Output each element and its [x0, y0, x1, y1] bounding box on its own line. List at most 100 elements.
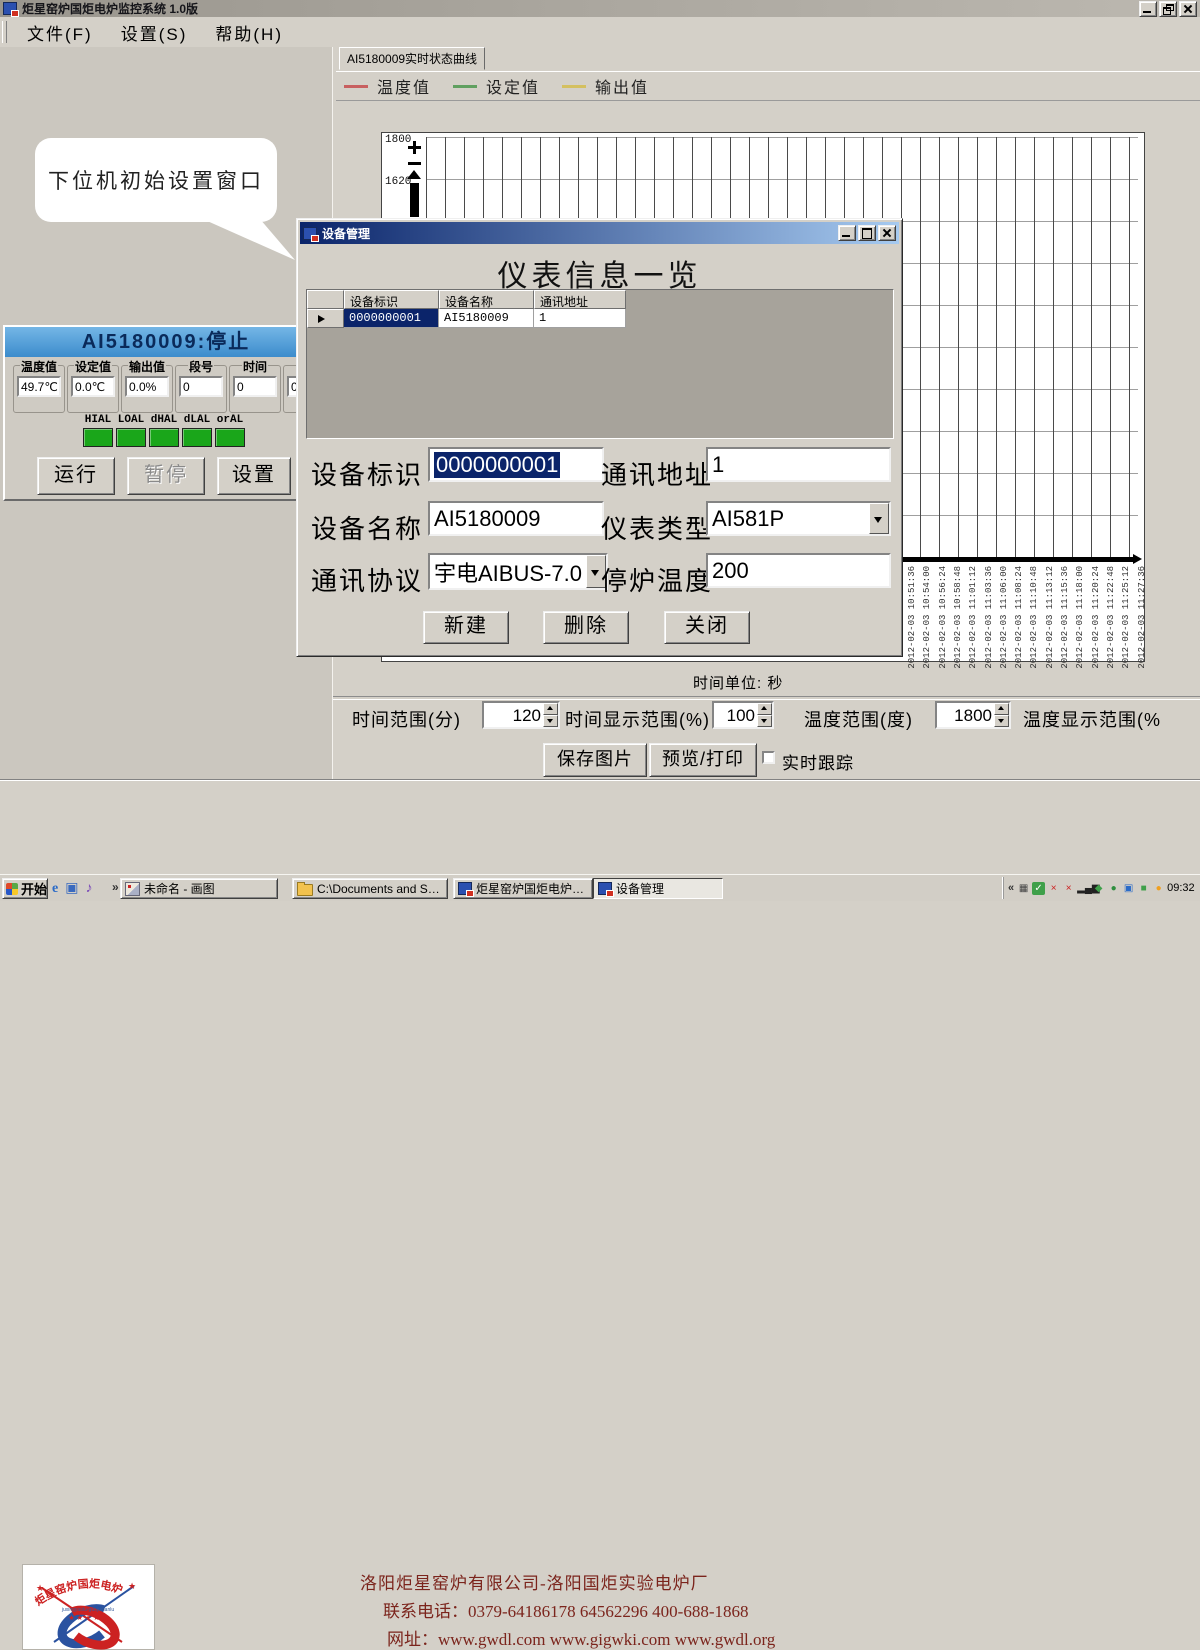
time-range-label: 时间范围(分) — [352, 710, 461, 730]
dialog-minimize-button[interactable] — [838, 225, 856, 241]
time-display-range-value[interactable]: 100 — [714, 703, 757, 727]
alarm-led-icon — [116, 428, 146, 447]
taskbar-task[interactable]: 设备管理 — [593, 878, 723, 899]
temp-range-value[interactable]: 1800 — [937, 703, 994, 727]
save-image-button[interactable]: 保存图片 — [543, 743, 647, 777]
keyboard-icon[interactable]: ▦ — [1017, 882, 1030, 895]
meter-type-select[interactable]: AI581P — [706, 501, 891, 536]
taskbar: 开始 e ▣ ♪ » « ▦ ✓ × × ▂▄▆ ◆ ● ▣ ■ ● 09:32 未命名 - 画图 C:… — [0, 874, 1200, 901]
sync-tray-icon[interactable]: ▣ — [1122, 882, 1135, 895]
grid-header-cell[interactable]: 设备名称 — [439, 290, 534, 309]
spin-down-icon[interactable] — [994, 715, 1009, 727]
x-axis-tick-label: 2012-02-03 11:01:12 — [968, 566, 979, 669]
spin-down-icon[interactable] — [757, 715, 772, 727]
realtime-track-label: 实时跟踪 — [782, 754, 854, 773]
taskbar-task[interactable]: 炬星窑炉国炬电炉监... — [453, 878, 593, 899]
settings-button[interactable]: 设置 — [217, 457, 291, 495]
x-axis-tick-label: 2012-02-03 10:51:36 — [907, 566, 917, 669]
x-axis-tick-label: 2012-02-03 11:03:36 — [983, 566, 994, 669]
svg-text:★: ★ — [36, 1583, 44, 1593]
menu-item[interactable]: 设置(S) — [107, 20, 202, 45]
grid-header-cell[interactable]: 通讯地址 — [534, 290, 626, 309]
taskbar-task[interactable]: C:\Documents and Se... — [292, 878, 448, 899]
selected-text: 0000000001 — [434, 451, 561, 478]
maximize-icon — [862, 228, 872, 239]
temp-range-spinner[interactable]: 1800 — [935, 701, 1011, 729]
x-axis-tick-label: 2012-02-03 11:06:00 — [998, 566, 1009, 669]
realtime-track-checkbox[interactable] — [762, 751, 775, 764]
menu-item[interactable]: 文件(F) — [13, 20, 107, 45]
antivirus-icon[interactable]: ✓ — [1032, 881, 1046, 895]
alarm-indicator: dHAL — [149, 414, 179, 447]
restore-button[interactable] — [1159, 0, 1177, 17]
media-player-icon[interactable]: ♪ — [85, 881, 92, 897]
taskbar-clock: 09:32 — [1167, 882, 1195, 894]
annotation-callout: 下位机初始设置窗口 — [35, 138, 277, 222]
graphics-tray-icon[interactable]: ◆ — [1092, 882, 1105, 895]
quick-launch-overflow-chevron[interactable]: » — [112, 880, 119, 894]
signal-bars-icon[interactable]: ▂▄▆ — [1077, 882, 1099, 895]
chevron-down-icon[interactable] — [869, 503, 889, 534]
update-icon[interactable]: ● — [1152, 882, 1165, 895]
minimize-icon — [842, 235, 850, 237]
menu-item[interactable]: 帮助(H) — [201, 20, 297, 45]
tab-realtime-curve[interactable]: AI5180009实时状态曲线 — [339, 47, 485, 70]
close-button[interactable] — [1179, 0, 1197, 17]
grid-cell[interactable]: 0000000001 — [344, 309, 439, 328]
zoom-out-icon[interactable] — [408, 162, 421, 165]
x-axis-tick-label: 2012-02-03 11:08:24 — [1014, 566, 1025, 669]
legend-item: 输出值 — [562, 74, 649, 98]
start-button[interactable]: 开始 — [2, 878, 48, 899]
device-table[interactable]: 设备标识 设备名称 通讯地址 0000000001 AI5180009 1 — [306, 289, 894, 439]
window-title: 炬星窑炉国炬电炉监控系统 1.0版 — [22, 2, 199, 16]
alarm-led-icon — [182, 428, 212, 447]
stop-temp-input[interactable]: 200 — [706, 553, 891, 588]
spin-up-icon[interactable] — [543, 703, 558, 715]
grid-cell[interactable]: AI5180009 — [439, 309, 534, 328]
taskbar-task-label: 未命名 - 画图 — [144, 882, 215, 896]
grid-cell[interactable]: 1 — [534, 309, 626, 328]
grid-header-cell[interactable] — [307, 290, 344, 309]
alarm-indicator: LOAL — [116, 414, 146, 447]
comm-address-input[interactable]: 1 — [706, 447, 891, 482]
audio-muted-icon[interactable]: × — [1062, 882, 1075, 895]
device-name-input[interactable]: AI5180009 — [428, 501, 604, 536]
desktop-icon[interactable]: ▣ — [65, 880, 78, 897]
device-status-title: AI5180009:停止 — [5, 327, 327, 357]
y-axis-tick-label: 1620 — [385, 176, 412, 188]
protocol-select[interactable]: 宇电AIBUS-7.0 — [428, 553, 608, 590]
grid-header-cell[interactable]: 设备标识 — [344, 290, 439, 309]
window-titlebar[interactable]: 炬星窑炉国炬电炉监控系统 1.0版 — [0, 0, 1200, 17]
ie-icon[interactable]: e — [52, 881, 58, 897]
volume-muted-icon[interactable]: × — [1047, 882, 1060, 895]
close-dialog-button[interactable]: 关闭 — [664, 611, 750, 644]
dialog-close-button[interactable] — [878, 225, 896, 241]
hide-icons-chevron[interactable]: « — [1008, 882, 1014, 894]
preview-print-button[interactable]: 预览/打印 — [649, 743, 757, 777]
y-axis-slider[interactable] — [410, 183, 419, 217]
device-id-input[interactable]: 0000000001 — [428, 447, 604, 482]
spin-down-icon[interactable] — [543, 715, 558, 727]
messenger-icon[interactable]: ■ — [1137, 882, 1150, 895]
restore-icon — [1163, 3, 1174, 15]
time-range-spinner[interactable]: 120 — [482, 701, 560, 729]
dialog-maximize-button[interactable] — [858, 225, 876, 241]
spin-up-icon[interactable] — [757, 703, 772, 715]
system-tray: « ▦ ✓ × × ▂▄▆ ◆ ● ▣ ■ ● 09:32 — [1003, 877, 1197, 899]
company-logo: 炬星窑炉国炬电炉 juxingyaolu-guojudianlu ★ ★ ★ ★… — [22, 1564, 155, 1650]
app-icon — [598, 882, 614, 897]
menu-grip[interactable] — [2, 21, 7, 43]
time-range-value[interactable]: 120 — [484, 703, 543, 727]
minimize-button[interactable] — [1139, 0, 1157, 17]
spin-up-icon[interactable] — [994, 703, 1009, 715]
dialog-titlebar[interactable]: 设备管理 — [300, 222, 899, 244]
shield-icon[interactable]: ● — [1107, 882, 1120, 895]
delete-button[interactable]: 删除 — [543, 611, 629, 644]
time-display-range-spinner[interactable]: 100 — [712, 701, 774, 729]
taskbar-task-label: 炬星窑炉国炬电炉监... — [476, 882, 588, 896]
taskbar-task[interactable]: 未命名 - 画图 — [120, 878, 278, 899]
run-button[interactable]: 运行 — [37, 457, 115, 495]
grid-data-row[interactable]: 0000000001 AI5180009 1 — [307, 309, 893, 328]
x-axis-tick-label: 2012-02-03 10:58:48 — [952, 566, 963, 669]
new-button[interactable]: 新建 — [423, 611, 509, 644]
